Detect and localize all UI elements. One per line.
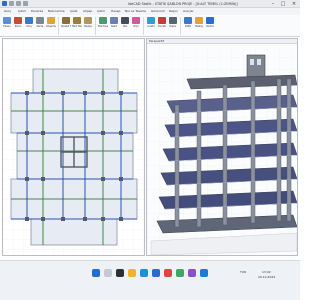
- ribbon-button-kolon[interactable]: Kolon: [13, 17, 23, 31]
- plan-drawing[interactable]: [3, 39, 145, 256]
- ribbon-button-surekli-temel[interactable]: Sürekli Temel: [61, 17, 71, 31]
- title-bar: IdeCAD Statik - STATİK ŞABLON PROJE - [0…: [0, 0, 300, 8]
- ribbon-button-analiz[interactable]: Analiz: [146, 17, 156, 31]
- text-icon: [121, 17, 129, 24]
- ribbon: Eksen Kolon Kiriş Perde Döşeme Sürekli T…: [0, 15, 300, 37]
- ribbon-button-rapor[interactable]: Rapor: [168, 17, 178, 31]
- wall-icon: [36, 17, 44, 24]
- language-indicator[interactable]: TUR: [240, 270, 246, 274]
- tab-betonarme[interactable]: Betonarme: [48, 8, 65, 15]
- save-icon[interactable]: [9, 1, 14, 6]
- raft-icon: [84, 17, 92, 24]
- file-explorer-icon[interactable]: [128, 269, 136, 277]
- plan-view-panel[interactable]: [2, 38, 145, 256]
- perspective-view-panel[interactable]: Perspektif: [146, 38, 298, 256]
- dimension-icon: [132, 17, 140, 24]
- task-view-icon[interactable]: [116, 269, 124, 277]
- app-window: IdeCAD Statik - STATİK ŞABLON PROJE - [0…: [0, 0, 300, 300]
- tab-duzenle[interactable]: Düzenle: [31, 8, 43, 15]
- ribbon-button-yazi[interactable]: Yazı: [120, 17, 130, 31]
- ribbon-button-olcu[interactable]: Ölçü: [131, 17, 141, 31]
- search-icon[interactable]: [104, 269, 112, 277]
- ribbon-separator: [180, 17, 181, 35]
- app-icon-purple[interactable]: [188, 269, 196, 277]
- tab-ahsap[interactable]: Ahşap: [83, 8, 92, 15]
- ribbon-button-donati[interactable]: Donatı: [157, 17, 167, 31]
- edge-icon[interactable]: [140, 269, 148, 277]
- clock-time[interactable]: 13:02: [262, 270, 271, 274]
- tab-rapor[interactable]: Rapor: [169, 8, 178, 15]
- quantity-icon: [195, 17, 203, 24]
- ribbon-button-radye[interactable]: Radye: [83, 17, 93, 31]
- perspective-panel-title: Perspektif: [147, 39, 297, 44]
- ribbon-button-kiris[interactable]: Kiriş: [24, 17, 34, 31]
- column-icon: [14, 17, 22, 24]
- section-icon: [110, 17, 118, 24]
- rebar-icon: [158, 17, 166, 24]
- ribbon-separator: [95, 17, 96, 35]
- ribbon-button-kesit[interactable]: Kesit: [109, 17, 119, 31]
- close-button[interactable]: ×: [289, 0, 299, 8]
- ribbon-button-metraj[interactable]: Metraj: [194, 17, 204, 31]
- ribbon-button-yardim[interactable]: Yardım: [205, 17, 215, 31]
- ribbon-button-merdiven[interactable]: Merdiven: [98, 17, 108, 31]
- ribbon-separator: [58, 17, 59, 35]
- tab-araclar[interactable]: Araçlar: [183, 8, 194, 15]
- tab-bul-ve-tasarla[interactable]: Bul ve Tasarla: [125, 8, 146, 15]
- minimize-button[interactable]: –: [268, 0, 278, 8]
- tab-gorunum[interactable]: Görünüm: [151, 8, 165, 15]
- app-logo-icon: [2, 1, 7, 6]
- analysis-icon: [147, 17, 155, 24]
- taskbar: TUR 13:02 20.10.2024: [0, 260, 300, 300]
- tab-cizim-2[interactable]: Çizim: [97, 8, 105, 15]
- idecad-icon[interactable]: [152, 269, 160, 277]
- perspective-drawing[interactable]: [147, 45, 298, 256]
- app-icon-blue[interactable]: [200, 269, 208, 277]
- ribbon-button-perde[interactable]: Perde: [35, 17, 45, 31]
- ribbon-separator: [143, 17, 144, 35]
- start-icon[interactable]: [92, 269, 100, 277]
- clock-date[interactable]: 20.10.2024: [258, 275, 275, 279]
- app-icon-red[interactable]: [164, 269, 172, 277]
- ribbon-button-tekil-temel[interactable]: Tekil Temel: [72, 17, 82, 31]
- window-title: IdeCAD Statik - STATİK ŞABLON PROJE - [0…: [128, 2, 238, 6]
- stairs-icon: [99, 17, 107, 24]
- tab-celik[interactable]: Çelik: [70, 8, 77, 15]
- tab-hesap[interactable]: Hesap: [111, 8, 120, 15]
- report-icon: [169, 17, 177, 24]
- sheet-icon: [184, 17, 192, 24]
- single-footing-icon: [73, 17, 81, 24]
- maximize-button[interactable]: □: [278, 0, 288, 8]
- undo-icon[interactable]: [16, 1, 21, 6]
- beam-icon: [25, 17, 33, 24]
- app-icon-green[interactable]: [176, 269, 184, 277]
- ribbon-button-doseme[interactable]: Döşeme: [46, 17, 56, 31]
- redo-icon[interactable]: [23, 1, 28, 6]
- tab-giris[interactable]: Giriş: [4, 8, 11, 15]
- axis-icon: [3, 17, 11, 24]
- tab-cizim[interactable]: Çizim: [18, 8, 26, 15]
- slab-icon: [47, 17, 55, 24]
- ribbon-button-eksen[interactable]: Eksen: [2, 17, 12, 31]
- strip-footing-icon: [62, 17, 70, 24]
- ribbon-button-pafta[interactable]: Pafta: [183, 17, 193, 31]
- help-icon: [206, 17, 214, 24]
- roof-structure: [246, 54, 266, 78]
- ribbon-tabs: Giriş Çizim Düzenle Betonarme Çelik Ahşa…: [0, 8, 300, 15]
